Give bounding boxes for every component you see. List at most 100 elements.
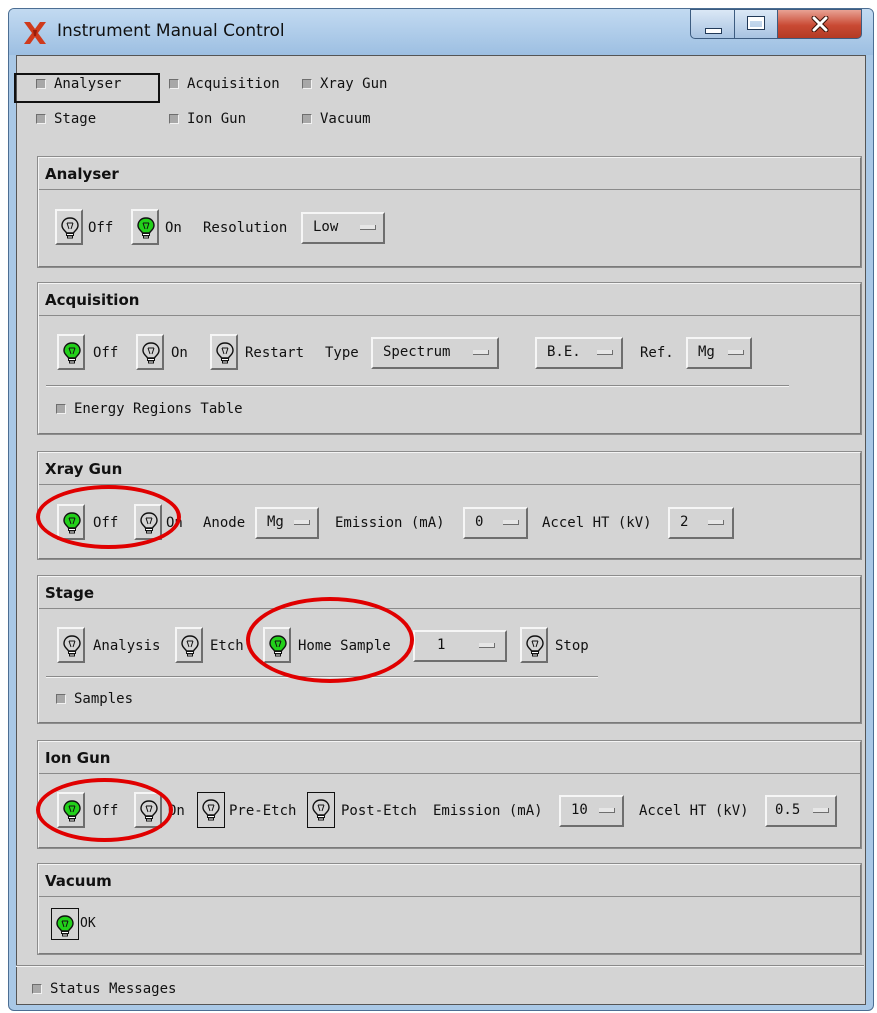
energy-regions-table-toggle[interactable]: Energy Regions Table <box>56 399 243 419</box>
acquisition-off-label: Off <box>93 345 119 361</box>
xray-gun-toggle-label: Xray Gun <box>320 76 388 92</box>
status-messages-label: Status Messages <box>50 981 177 997</box>
analyser-checkbox-icon <box>36 79 46 89</box>
analyser-panel-title: Analyser <box>45 165 119 183</box>
analyser-on-button[interactable] <box>131 209 159 245</box>
maximize-button[interactable] <box>734 9 778 39</box>
lightbulb-icon <box>63 635 81 657</box>
lightbulb-icon <box>142 342 160 364</box>
type-menu[interactable]: Spectrum <box>371 337 499 369</box>
resolution-menu[interactable]: Low <box>301 212 385 244</box>
pre-etch-label: Pre-Etch <box>229 803 297 819</box>
lightbulb-icon <box>202 799 220 821</box>
analyser-off-label: Off <box>88 220 114 236</box>
option-menu-indicator-icon <box>294 520 310 525</box>
ion-accel-menu[interactable]: 0.5 <box>765 795 837 827</box>
option-menu-indicator-icon <box>479 643 495 648</box>
acquisition-off-button[interactable] <box>57 334 85 370</box>
xray-gun-checkbox-icon <box>302 79 312 89</box>
samples-toggle[interactable]: Samples <box>56 689 133 709</box>
highlight-ring-home-sample <box>246 597 414 683</box>
ion-emission-label: Emission (mA) <box>433 803 543 819</box>
acquisition-checkbox-icon <box>169 79 179 89</box>
stage-panel-title: Stage <box>45 584 95 602</box>
highlight-ring-xray-off <box>36 485 181 549</box>
vacuum-panel-title: Vacuum <box>45 872 112 890</box>
xray-accel-menu[interactable]: 2 <box>668 507 734 539</box>
sample-number-value: 1 <box>437 637 446 653</box>
anode-menu[interactable]: Mg <box>255 507 319 539</box>
ion-gun-panel-title: Ion Gun <box>45 749 111 767</box>
analysis-button[interactable] <box>57 627 85 663</box>
maximize-icon <box>747 16 765 30</box>
vacuum-panel: Vacuum <box>38 864 861 954</box>
vacuum-status-label: OK <box>80 916 96 931</box>
pre-etch-button[interactable] <box>197 792 225 828</box>
bottom-separator <box>16 965 864 967</box>
ref-menu[interactable]: Mg <box>686 337 752 369</box>
option-menu-indicator-icon <box>599 808 615 813</box>
etch-button[interactable] <box>175 627 203 663</box>
ion-gun-checkbox-icon <box>169 114 179 124</box>
option-menu-indicator-icon <box>503 520 519 525</box>
lightbulb-icon <box>312 799 330 821</box>
option-menu-indicator-icon <box>728 350 744 355</box>
option-menu-indicator-icon <box>708 520 724 525</box>
samples-checkbox-icon <box>56 694 66 704</box>
type-value: Spectrum <box>383 344 451 360</box>
stage-panel-header: Stage <box>39 577 860 609</box>
xray-emission-label: Emission (mA) <box>335 515 445 531</box>
restart-label: Restart <box>245 345 305 361</box>
acquisition-toggle-label: Acquisition <box>187 76 280 92</box>
lightbulb-icon <box>181 635 199 657</box>
lightbulb-icon <box>526 635 544 657</box>
resolution-label: Resolution <box>203 220 288 236</box>
vacuum-toggle-label: Vacuum <box>320 111 371 127</box>
window-title: Instrument Manual Control <box>57 21 285 41</box>
energy-regions-checkbox-icon <box>56 404 66 414</box>
restart-button[interactable] <box>210 334 238 370</box>
xray-gun-toggle[interactable]: Xray Gun <box>302 74 387 94</box>
analyser-off-button[interactable] <box>55 209 83 245</box>
energy-scale-menu[interactable]: B.E. <box>535 337 623 369</box>
minimize-button[interactable] <box>690 9 735 39</box>
analyser-toggle[interactable]: Analyser <box>36 74 121 94</box>
lightbulb-icon <box>61 217 79 239</box>
sample-number-menu[interactable]: 1 <box>413 630 507 662</box>
analyser-on-label: On <box>165 220 182 236</box>
xray-emission-menu[interactable]: 0 <box>463 507 528 539</box>
status-messages-toggle[interactable]: Status Messages <box>32 979 176 999</box>
stage-checkbox-icon <box>36 114 46 124</box>
ion-accel-label: Accel HT (kV) <box>639 803 749 819</box>
ion-accel-value: 0.5 <box>775 802 801 818</box>
ion-gun-panel-header: Ion Gun <box>39 742 860 774</box>
lit-lightbulb-icon <box>137 217 155 239</box>
vacuum-status-indicator <box>51 908 79 940</box>
acquisition-on-label: On <box>171 345 188 361</box>
type-label: Type <box>325 345 359 361</box>
analysis-label: Analysis <box>93 638 161 654</box>
acquisition-panel-header: Acquisition <box>39 284 860 316</box>
ion-gun-toggle[interactable]: Ion Gun <box>169 109 246 129</box>
etch-label: Etch <box>210 638 244 654</box>
option-menu-indicator-icon <box>473 350 489 355</box>
vacuum-panel-header: Vacuum <box>39 865 860 897</box>
xray-gun-panel-header: Xray Gun <box>39 453 860 485</box>
acquisition-panel-title: Acquisition <box>45 291 140 309</box>
lit-lightbulb-icon <box>63 342 81 364</box>
stage-toggle[interactable]: Stage <box>36 109 96 129</box>
ion-emission-value: 10 <box>571 802 588 818</box>
acquisition-toggle[interactable]: Acquisition <box>169 74 280 94</box>
stop-button[interactable] <box>520 627 548 663</box>
vacuum-toggle[interactable]: Vacuum <box>302 109 371 129</box>
title-bar[interactable]: Instrument Manual Control <box>9 9 873 55</box>
ion-gun-toggle-label: Ion Gun <box>187 111 247 127</box>
stop-label: Stop <box>555 638 589 654</box>
close-button[interactable] <box>777 9 862 39</box>
option-menu-indicator-icon <box>813 808 829 813</box>
lit-lightbulb-icon <box>56 915 74 937</box>
close-icon <box>811 16 829 32</box>
acquisition-on-button[interactable] <box>136 334 164 370</box>
post-etch-button[interactable] <box>307 792 335 828</box>
ion-emission-menu[interactable]: 10 <box>559 795 624 827</box>
